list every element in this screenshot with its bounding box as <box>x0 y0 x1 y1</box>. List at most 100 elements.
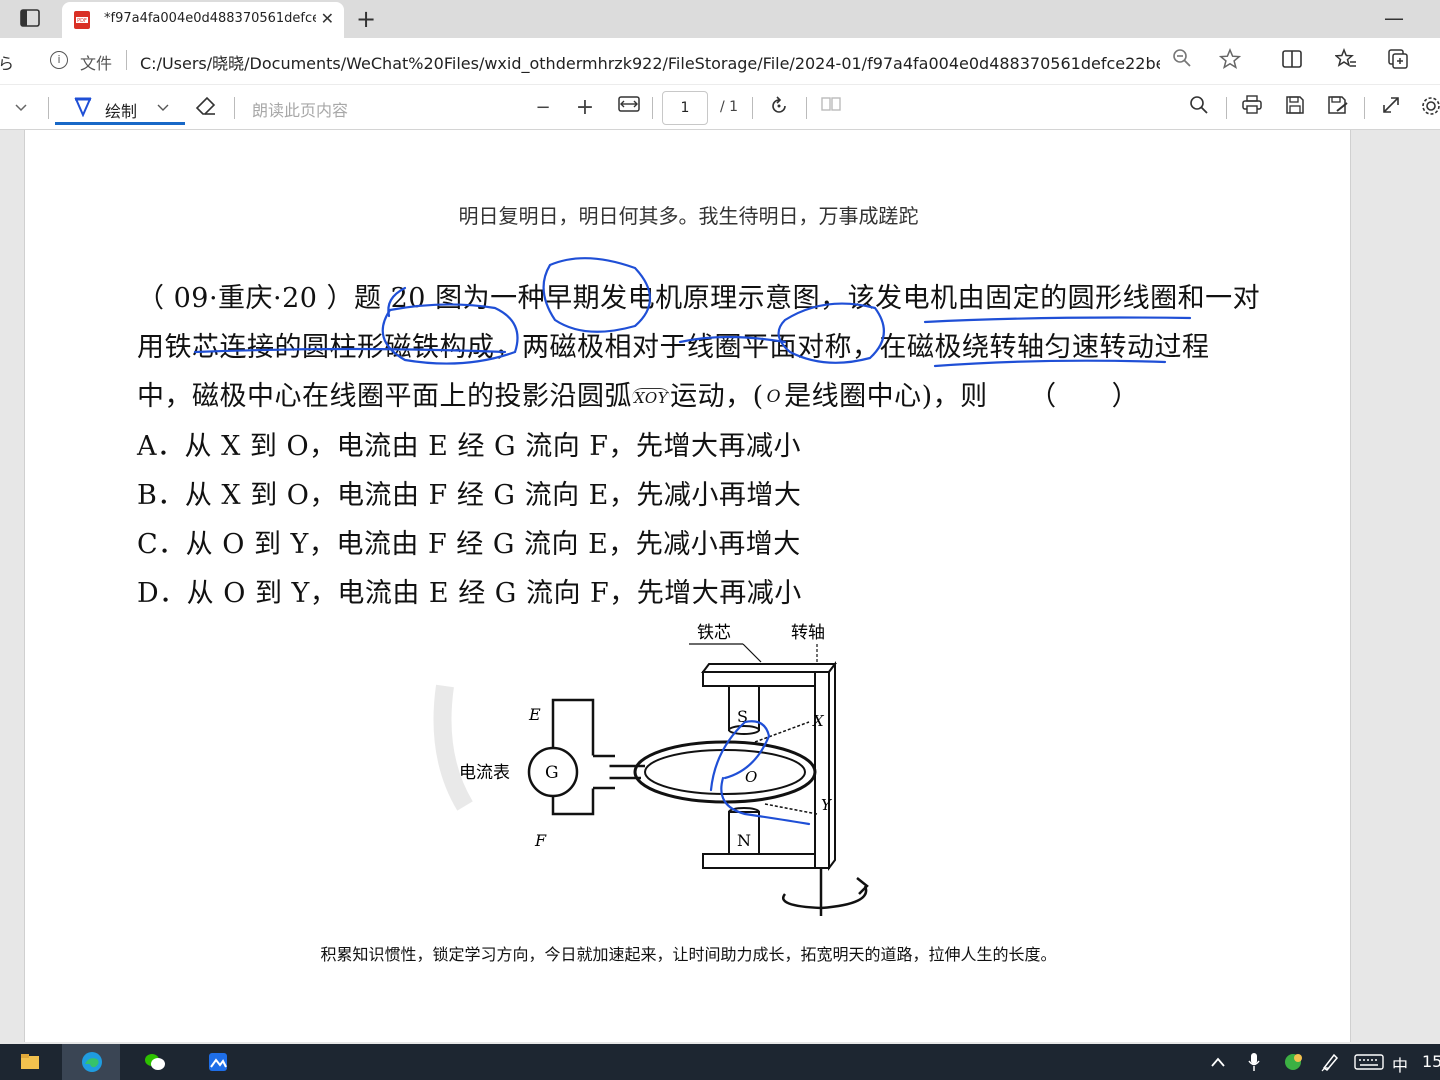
tab-actions-icon[interactable] <box>20 9 40 27</box>
chevron-up-icon[interactable] <box>1210 1056 1226 1068</box>
save-icon[interactable] <box>1282 95 1308 121</box>
toolbar-divider <box>234 97 235 119</box>
zoom-out-button[interactable]: − <box>530 95 556 121</box>
pen-icon <box>74 97 92 117</box>
projection-y-line <box>764 803 818 815</box>
taskbar-app[interactable] <box>186 1044 244 1080</box>
toolbar-divider <box>752 97 753 119</box>
new-tab-button[interactable]: + <box>356 5 376 33</box>
page-header-quote: 明日复明日，明日何其多。我生待明日，万事成蹉跎 <box>458 204 919 228</box>
taskbar-file-explorer[interactable] <box>0 1044 58 1080</box>
microphone-icon[interactable] <box>1248 1052 1260 1072</box>
read-aloud-button[interactable]: 朗读此页内容 <box>252 97 348 121</box>
coil-inner <box>644 749 806 795</box>
favorite-star-icon[interactable] <box>1218 48 1242 72</box>
taskbar: 中 15 <box>0 1044 1440 1080</box>
address-divider <box>126 50 127 70</box>
label-f: F <box>534 831 547 850</box>
tab-title: *f97a4fa004e0d488370561defce22beb_54bad <box>104 11 316 26</box>
print-icon[interactable] <box>1239 95 1265 121</box>
toolbar-divider <box>652 97 653 119</box>
url-field[interactable]: C:/Users/晓晓/Documents/WeChat%20Files/wxi… <box>140 50 1160 74</box>
page-total: / 1 <box>720 99 739 115</box>
folder-icon <box>21 1054 39 1069</box>
ime-indicator[interactable]: 中 <box>1392 1052 1408 1076</box>
pen-icon[interactable] <box>1320 1052 1340 1072</box>
toolbar-divider <box>1226 97 1227 119</box>
save-as-icon[interactable] <box>1325 95 1351 121</box>
pdf-page: 明日复明日，明日何其多。我生待明日，万事成蹉跎 （ 09·重庆·20 ）题 20… <box>24 130 1351 1042</box>
taskbar-edge[interactable] <box>62 1044 120 1080</box>
favorites-icon[interactable] <box>1334 47 1358 72</box>
minimize-window-button[interactable]: — <box>1384 6 1404 30</box>
edge-browser-icon <box>82 1052 102 1072</box>
question-line-3-part-1: 中，磁极中心在线圈平面上的投影沿圆弧 <box>137 381 632 412</box>
option-a: A．从 X 到 O，电流由 E 经 G 流向 F，先增大再减小 <box>137 431 802 462</box>
keyboard-icon[interactable] <box>1354 1054 1384 1070</box>
question-line-3: 中，磁极中心在线圈平面上的投影沿圆弧 XOY运动，(O 是线圈中心)，则 （ ） <box>137 374 1139 413</box>
label-n: N <box>737 831 751 850</box>
ink-underline-line1 <box>923 316 1192 324</box>
browser-tab[interactable]: PDF *f97a4fa004e0d488370561defce22beb_54… <box>62 2 344 38</box>
arc-xoy-label: XOY <box>632 388 671 407</box>
info-icon[interactable]: i <box>50 51 68 69</box>
fullscreen-icon[interactable] <box>1378 95 1404 121</box>
draw-label: 绘制 <box>105 102 138 121</box>
eraser-icon[interactable] <box>193 95 219 121</box>
chevron-down-icon[interactable] <box>8 95 34 121</box>
network-status-icon[interactable] <box>1284 1053 1304 1071</box>
meter-gap <box>588 755 610 789</box>
chevron-down-icon <box>157 104 169 111</box>
toolbar-divider <box>48 97 49 119</box>
clock[interactable]: 15 <box>1422 1052 1440 1071</box>
refresh-icon[interactable]: ら <box>0 50 14 74</box>
rotation-arrow <box>782 885 868 910</box>
question-line-1: （ 09·重庆·20 ）题 20 图为一种早期发电机原理示意图，该发电机由固定的… <box>137 283 1261 314</box>
toolbar-divider <box>806 97 807 119</box>
file-scheme-label: 文件 <box>80 54 113 73</box>
iron-core-back <box>814 671 830 869</box>
settings-gear-icon[interactable] <box>1418 95 1440 121</box>
question-line-3-part-3: 是线圈中心)，则 （ ） <box>784 381 1140 412</box>
active-underline <box>55 122 185 125</box>
iron-core-top-front <box>702 671 830 687</box>
pdf-toolbar: 绘制 朗读此页内容 − + 1 / 1 <box>0 84 1440 130</box>
question-line-3-part-2: 运动，( <box>670 381 764 412</box>
fit-width-icon[interactable] <box>616 95 642 121</box>
taskbar-wechat[interactable] <box>124 1044 182 1080</box>
label-iron-core: 铁芯 <box>697 623 731 643</box>
split-screen-icon[interactable] <box>1280 48 1304 72</box>
magnet-s-face <box>728 725 760 735</box>
draw-button[interactable]: 绘制 <box>55 91 185 125</box>
label-s: S <box>737 707 748 726</box>
pdf-file-icon: PDF <box>74 11 90 29</box>
iron-core-top <box>701 663 837 673</box>
toolbar-divider <box>1364 97 1365 119</box>
address-bar: ら i 文件 C:/Users/晓晓/Documents/WeChat%20Fi… <box>0 38 1440 84</box>
collections-icon[interactable] <box>1386 48 1410 72</box>
search-icon[interactable] <box>1186 95 1212 121</box>
wechat-icon <box>145 1054 165 1070</box>
label-g: G <box>545 763 559 783</box>
zoom-out-icon[interactable] <box>1170 48 1194 72</box>
label-o: O <box>745 768 757 786</box>
iron-core-bottom <box>702 853 816 869</box>
label-ammeter: 电流表 <box>459 763 510 783</box>
svg-text:PDF: PDF <box>77 18 87 24</box>
close-tab-icon[interactable]: ✕ <box>321 9 334 28</box>
zoom-in-button[interactable]: + <box>572 95 598 121</box>
page-footer-quote: 积累知识惯性，锁定学习方向，今日就加速起来，让时间助力成长，拓宽明天的道路，拉伸… <box>320 945 1057 964</box>
label-x: X <box>812 712 825 730</box>
label-axis: 转轴 <box>791 623 825 643</box>
center-o-label: O <box>766 387 782 407</box>
generator-diagram: 铁芯 转轴 S N G E F 电流表 X O Y <box>433 623 869 916</box>
label-e: E <box>528 705 541 724</box>
tab-strip: PDF *f97a4fa004e0d488370561defce22beb_54… <box>0 0 1440 38</box>
projection-x-line <box>754 721 810 743</box>
rotate-icon[interactable] <box>766 95 792 121</box>
page-number-input[interactable]: 1 <box>662 91 708 125</box>
two-page-view-icon[interactable] <box>818 95 844 121</box>
watermark <box>433 684 473 811</box>
iron-core-leader <box>742 643 762 663</box>
photos-icon <box>209 1053 227 1071</box>
